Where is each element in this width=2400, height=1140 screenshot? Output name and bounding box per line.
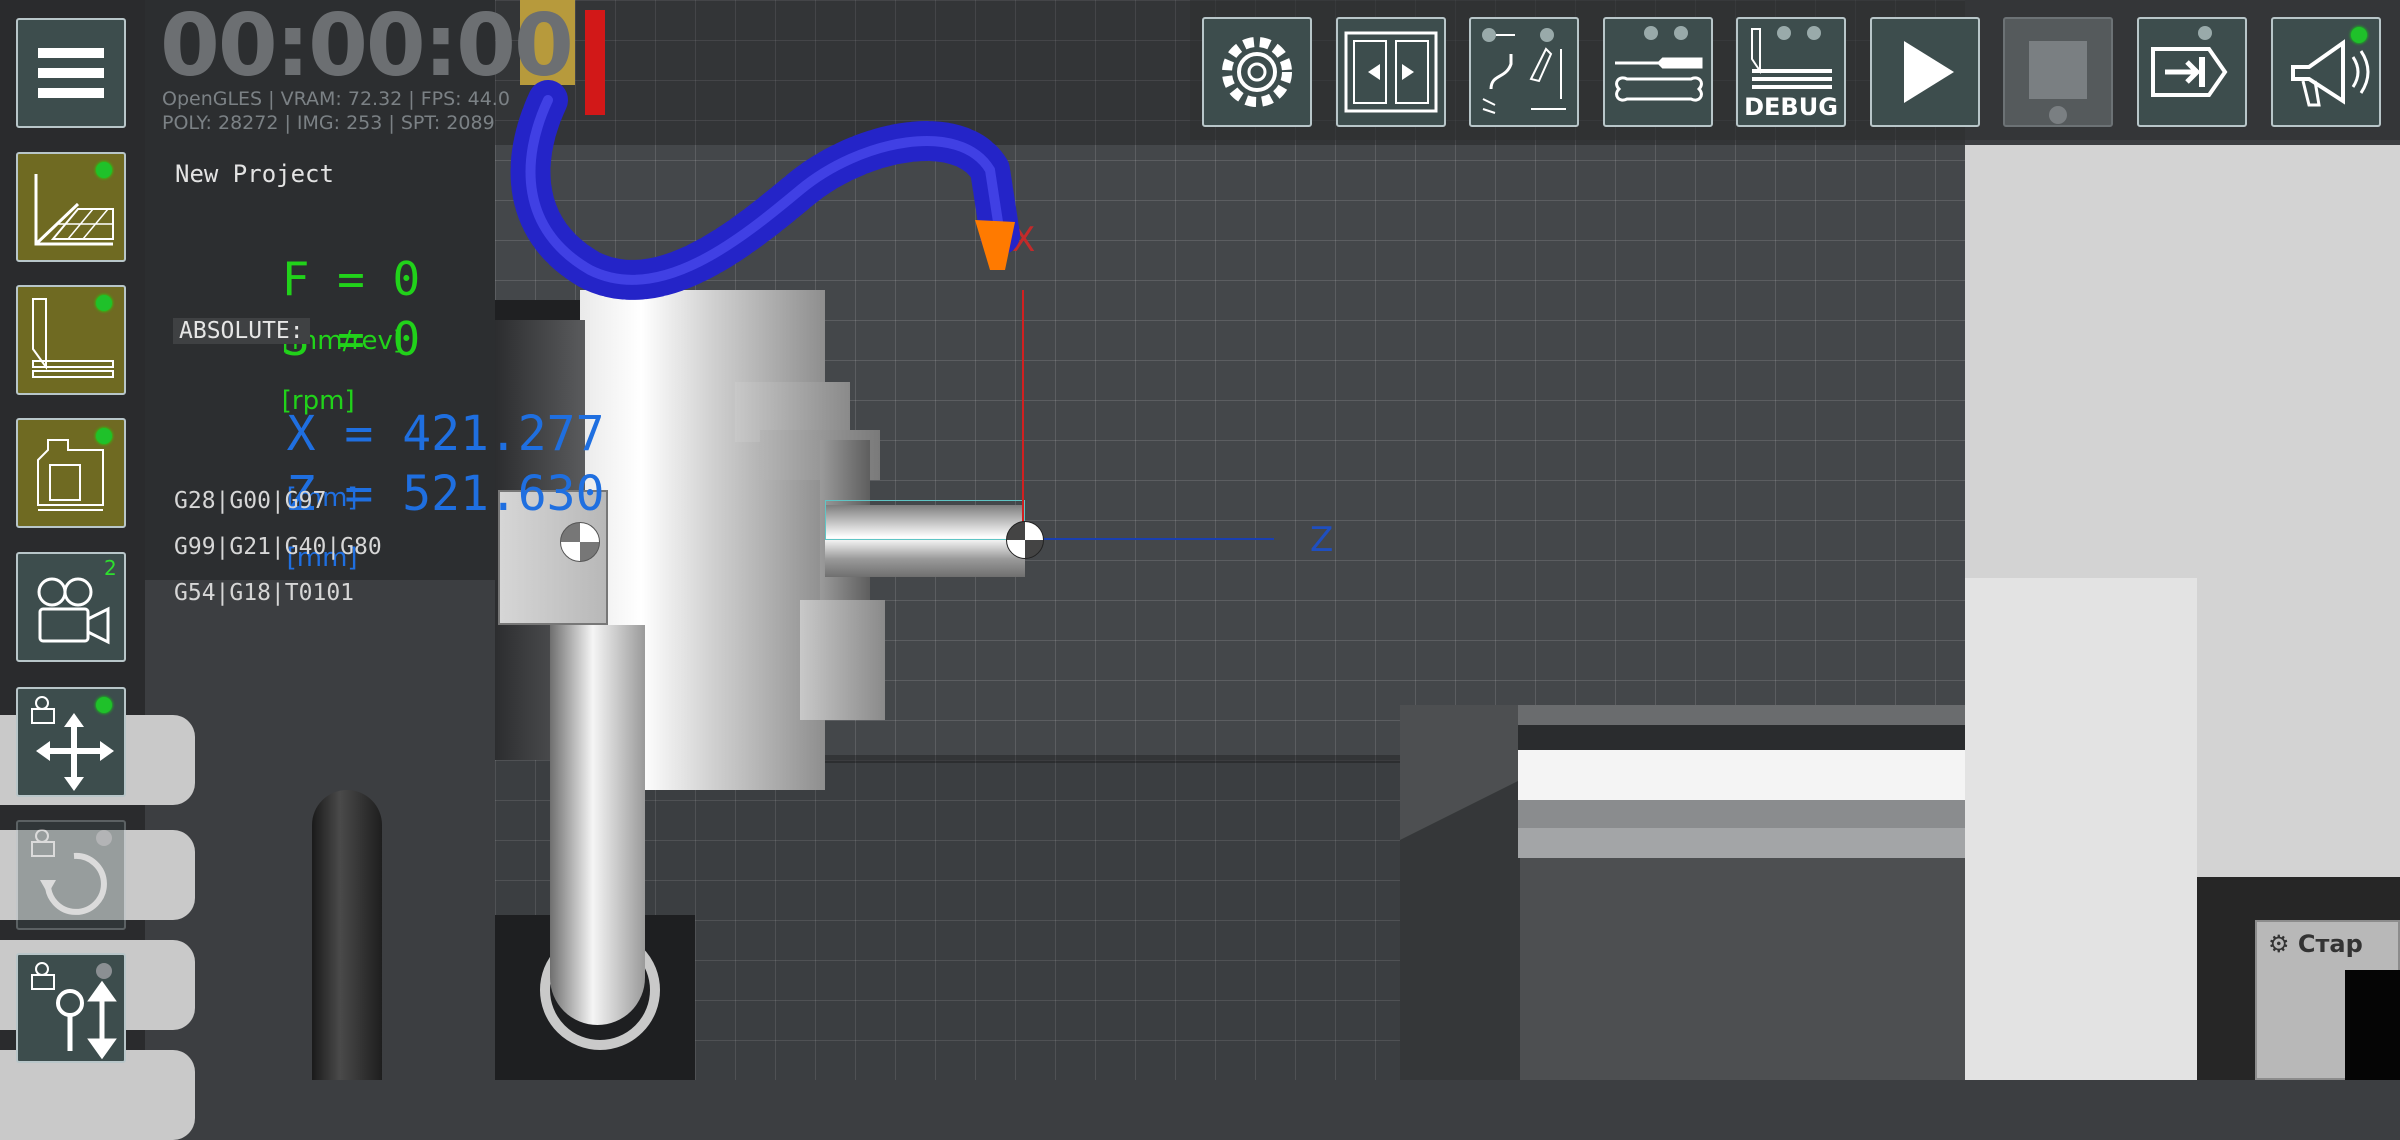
doors-icon: [1344, 31, 1438, 113]
carriage-rail-mid: [1518, 800, 1965, 828]
gcode-modal-line3: G54|G18|T0101: [174, 580, 355, 606]
carriage-rail-top: [1518, 705, 1965, 725]
start-panel-label: Стар: [2297, 930, 2363, 958]
status-led-on: [96, 295, 112, 311]
top-toolbar: DEBUG: [1190, 0, 2400, 140]
camera-pan-button[interactable]: [16, 687, 126, 797]
camera-badge: 2: [104, 556, 117, 580]
chuck-jaw-bottom: [800, 600, 885, 720]
debug-label: DEBUG: [1744, 93, 1838, 121]
workpiece-coordinates-button[interactable]: [16, 152, 126, 262]
control-screen-inner: [2345, 970, 2400, 1080]
settings-button[interactable]: [1202, 17, 1312, 127]
doors-button[interactable]: [1336, 17, 1446, 127]
cycle-timer: 00:00:00: [160, 0, 574, 96]
tool-origin-marker: [1006, 521, 1044, 559]
carriage-rail-dark: [1518, 725, 1965, 750]
machine-view-button[interactable]: [16, 418, 126, 528]
door-handle: [312, 790, 382, 1080]
gcode-modal-line1: G28|G00|G97: [174, 488, 327, 514]
camera-rotate-button[interactable]: [16, 820, 126, 930]
play-icon: [1904, 41, 1954, 103]
status-led-on: [2351, 27, 2367, 43]
play-button[interactable]: [1870, 17, 1980, 127]
left-toolbar: 2: [0, 0, 195, 1140]
info-overlay: 00:00:00 OpenGLES | VRAM: 72.32 | FPS: 4…: [145, 0, 604, 606]
project-name: New Project: [175, 160, 334, 188]
gcode-modal-line2: G99|G21|G40|G80: [174, 534, 382, 560]
camera-zoom-button[interactable]: [16, 953, 126, 1063]
debug-button[interactable]: DEBUG: [1736, 17, 1846, 127]
machine-side-panel-light: [1965, 578, 2197, 1080]
start-label: ⚙ Стар: [2268, 930, 2363, 958]
announcement-button[interactable]: [2271, 17, 2381, 127]
status-led-off: [96, 963, 112, 979]
tool-setup-button[interactable]: [16, 285, 126, 395]
carriage-rail-white: [1518, 750, 1965, 800]
menu-icon: [38, 48, 104, 98]
coordinate-mode-label: ABSOLUTE:: [173, 318, 310, 344]
z-axis-line: [1024, 538, 1274, 540]
z-axis-label: Z: [1310, 520, 1334, 560]
stop-button[interactable]: [2003, 17, 2113, 127]
exit-icon: [2151, 26, 2228, 97]
render-stats-line1: OpenGLES | VRAM: 72.32 | FPS: 44.0: [162, 88, 510, 110]
z-coordinate-value: Z = 521.630: [286, 466, 605, 522]
side-tab-4: [0, 1050, 195, 1140]
coolant-pipe: [550, 625, 645, 1025]
workpiece-outline: [825, 500, 1025, 540]
status-led-on: [96, 162, 112, 178]
maintenance-button[interactable]: [1603, 17, 1713, 127]
gear-icon: ⚙: [2268, 930, 2290, 958]
render-stats-line2: POLY: 28272 | IMG: 253 | SPT: 2089: [162, 112, 495, 134]
stop-icon: [2029, 41, 2087, 124]
tools-measure-icon: [1482, 28, 1566, 114]
status-led-on: [96, 697, 112, 713]
exit-button[interactable]: [2137, 17, 2247, 127]
carriage-rail-lower: [1518, 828, 1965, 858]
x-axis-line: [1022, 290, 1024, 540]
menu-button[interactable]: [16, 18, 126, 128]
camera-button[interactable]: 2: [16, 552, 126, 662]
status-led-on: [96, 428, 112, 444]
status-led-off: [96, 830, 112, 846]
tool-library-button[interactable]: [1469, 17, 1579, 127]
wrench-screwdriver-icon: [1615, 26, 1703, 102]
gear-icon: [1222, 37, 1292, 107]
